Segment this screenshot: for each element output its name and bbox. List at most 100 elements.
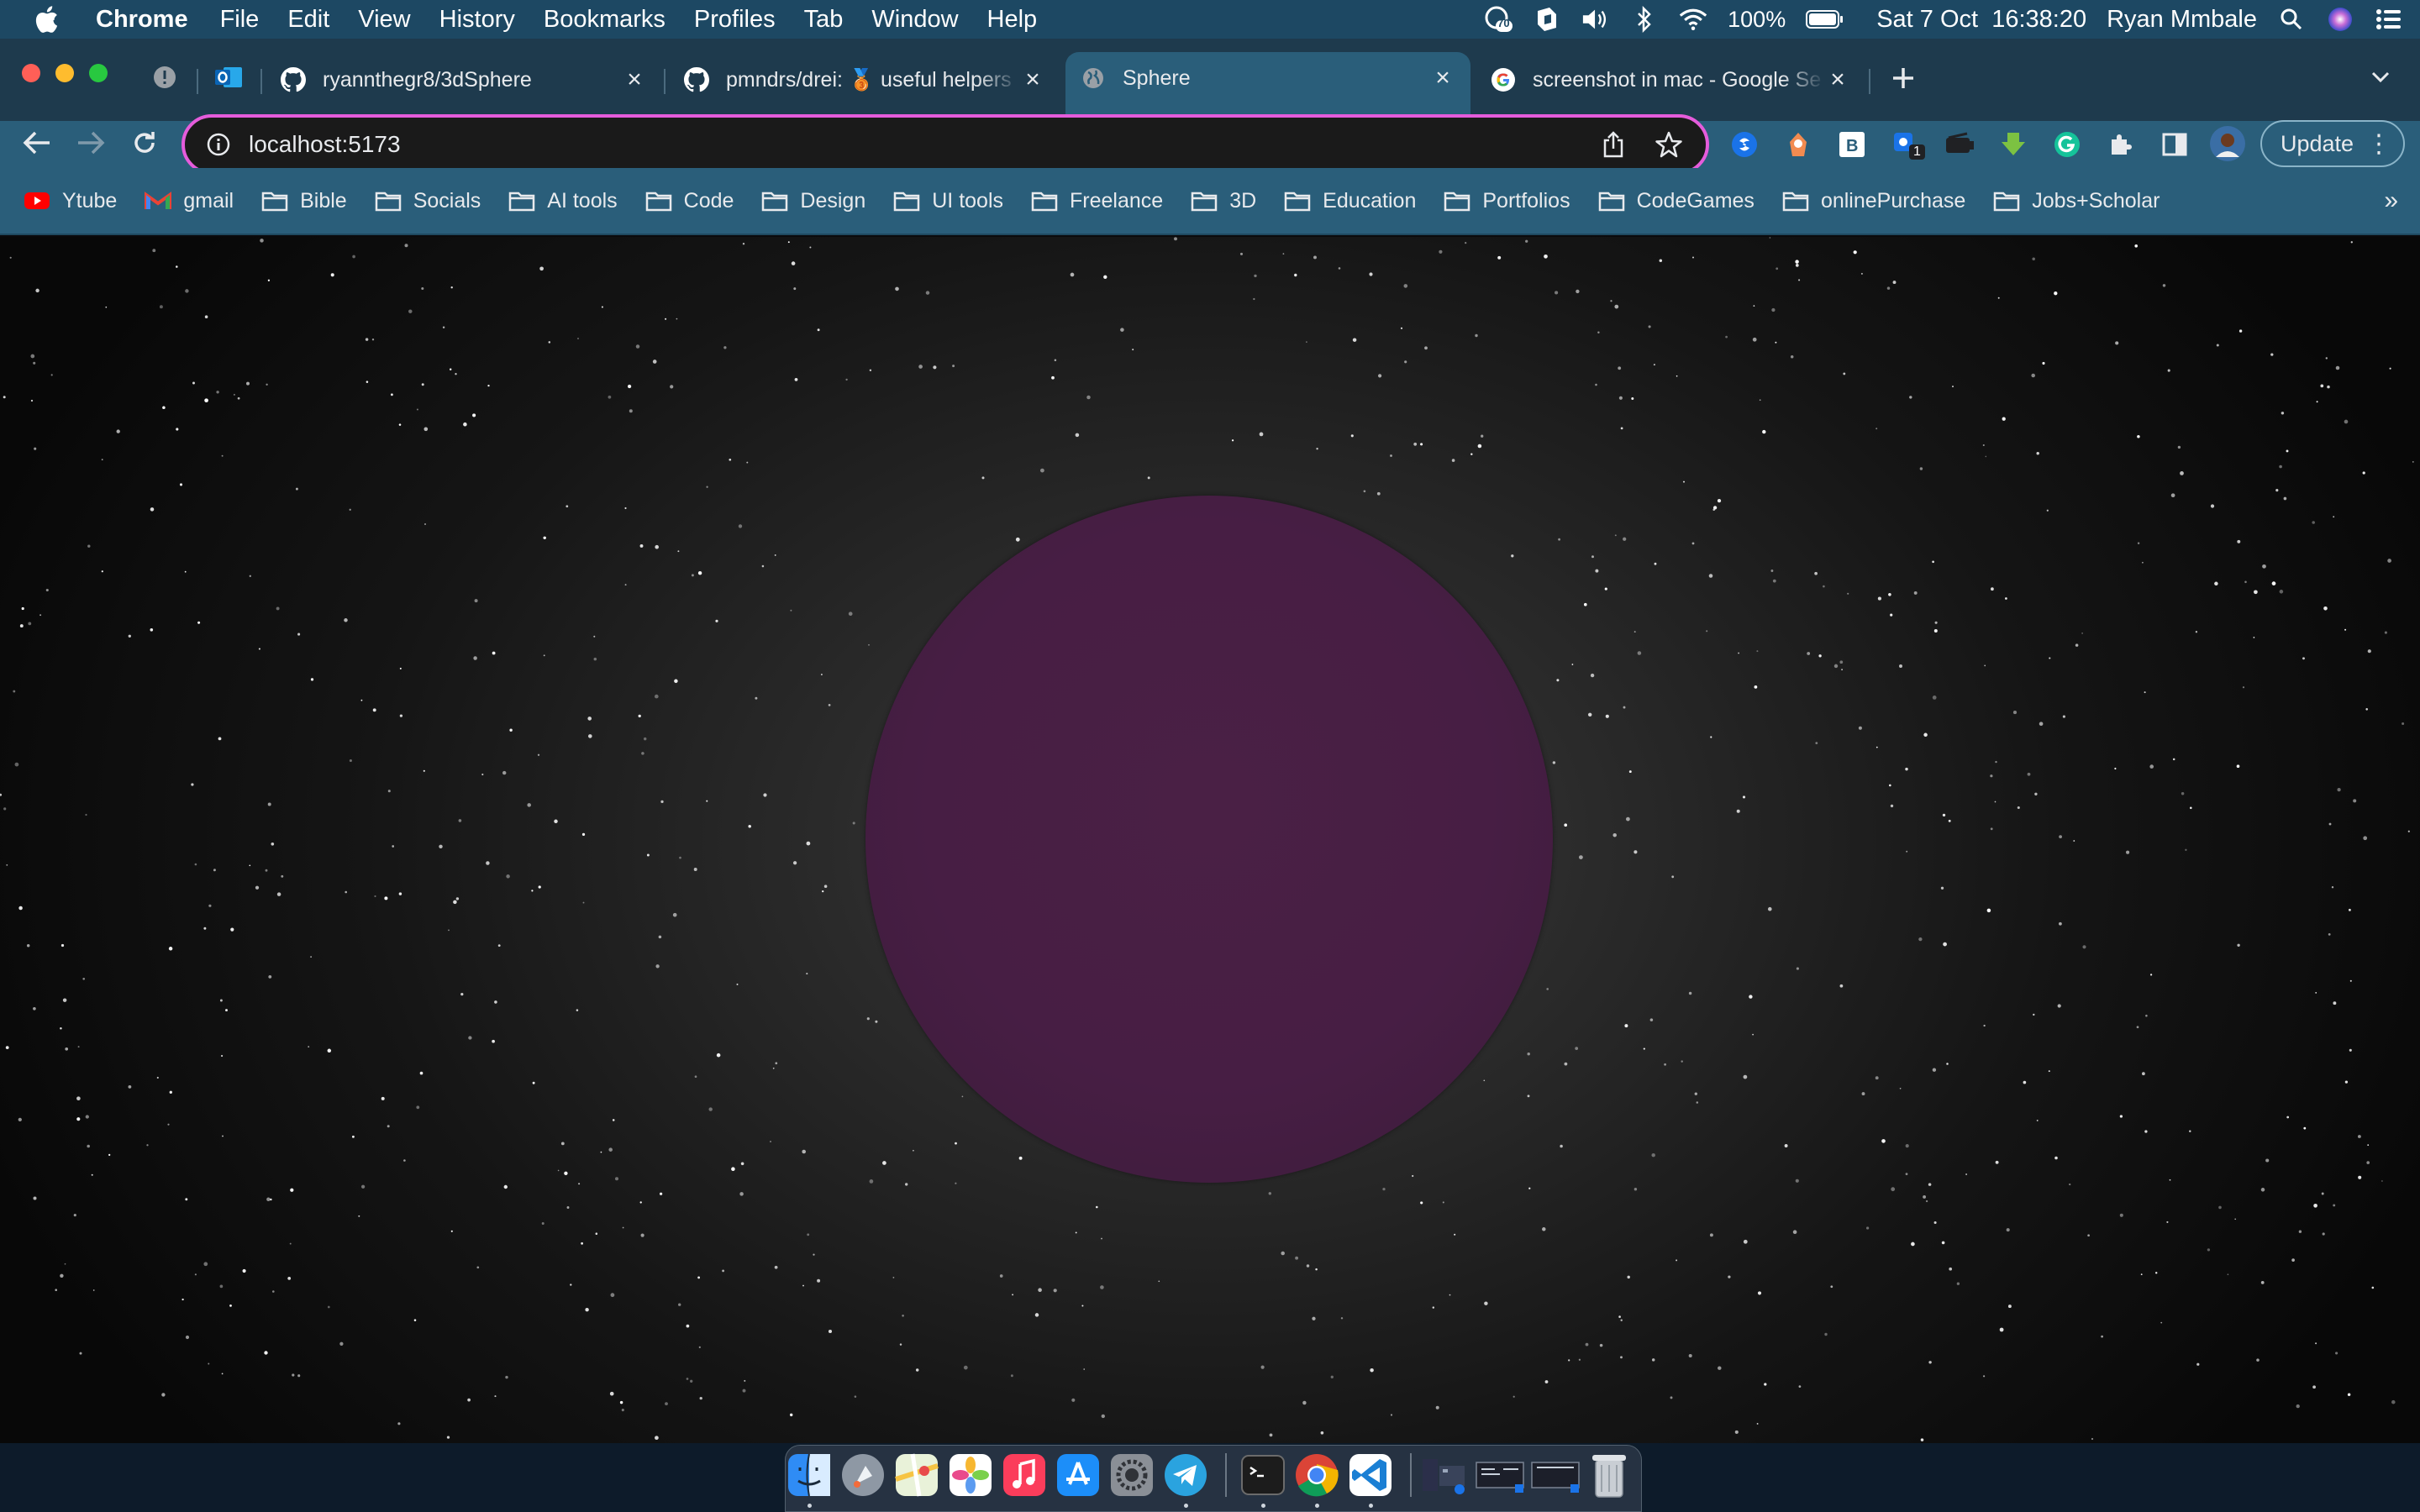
maps-icon[interactable] bbox=[894, 1452, 939, 1499]
user-name[interactable]: Ryan Mmbale bbox=[2107, 6, 2257, 34]
apple-logo-icon[interactable] bbox=[34, 4, 60, 34]
trash-icon[interactable] bbox=[1586, 1452, 1632, 1499]
menu-tab[interactable]: Tab bbox=[804, 6, 844, 34]
clock-datetime[interactable]: Sat 7 Oct 16:38:20 bbox=[1876, 6, 2086, 34]
menu-file[interactable]: File bbox=[220, 6, 260, 34]
forward-button[interactable] bbox=[74, 128, 108, 161]
extension-blue-icon[interactable] bbox=[1728, 128, 1761, 161]
menu-help[interactable]: Help bbox=[987, 6, 1038, 34]
menu-history[interactable]: History bbox=[439, 6, 515, 34]
chrome-icon[interactable] bbox=[1294, 1452, 1339, 1499]
star bbox=[538, 885, 541, 889]
pinned-tab-outlook[interactable] bbox=[205, 55, 252, 102]
tab-google-search[interactable]: screenshot in mac - Google Se × bbox=[1476, 54, 1865, 106]
bookmark-folder-socials[interactable]: Socials bbox=[375, 189, 481, 213]
notification-count-icon[interactable]: 70 bbox=[1484, 5, 1513, 34]
address-bar[interactable]: localhost:5173 bbox=[182, 114, 1709, 175]
star bbox=[0, 793, 3, 796]
wifi-icon[interactable] bbox=[1679, 5, 1707, 34]
menu-app-name[interactable]: Chrome bbox=[96, 6, 188, 34]
menu-view[interactable]: View bbox=[358, 6, 410, 34]
tab-drei-repo[interactable]: pmndrs/drei: 🥉 useful helpers × bbox=[669, 54, 1060, 106]
reload-button[interactable] bbox=[128, 128, 161, 161]
site-info-icon[interactable] bbox=[205, 131, 232, 158]
spotlight-search-icon[interactable] bbox=[2277, 5, 2306, 34]
window-maximize-button[interactable] bbox=[89, 64, 108, 82]
tab-3dsphere-repo[interactable]: ryannthegr8/3dSphere × bbox=[266, 54, 662, 106]
extension-orange-icon[interactable] bbox=[1781, 128, 1815, 161]
update-chrome-button[interactable]: Update ⋮ bbox=[2260, 120, 2405, 167]
tab-search-button[interactable] bbox=[2370, 66, 2391, 92]
new-tab-button[interactable] bbox=[1891, 60, 1916, 97]
bookmark-star-icon[interactable] bbox=[1652, 128, 1686, 161]
vscode-icon[interactable] bbox=[1348, 1452, 1393, 1499]
bookmark-folder-ai-tools[interactable]: AI tools bbox=[508, 189, 618, 213]
bookmark-folder-ui-tools[interactable]: UI tools bbox=[893, 189, 1003, 213]
window-minimize-button[interactable] bbox=[55, 64, 74, 82]
menu-profiles[interactable]: Profiles bbox=[694, 6, 776, 34]
window-thumbnail-icon[interactable] bbox=[1474, 1452, 1526, 1499]
window-thumbnail-icon[interactable] bbox=[1529, 1452, 1581, 1499]
extension-badge-icon[interactable]: 1 bbox=[1891, 128, 1925, 161]
bluetooth-icon[interactable] bbox=[1630, 5, 1659, 34]
bookmark-folder-portfolios[interactable]: Portfolios bbox=[1444, 189, 1570, 213]
window-close-button[interactable] bbox=[22, 64, 40, 82]
bookmark-folder-freelance[interactable]: Freelance bbox=[1031, 189, 1163, 213]
battery-icon[interactable] bbox=[1806, 5, 1844, 34]
tab-close-icon[interactable]: × bbox=[1020, 66, 1045, 94]
star bbox=[1340, 1317, 1344, 1320]
pinned-tab-alert[interactable] bbox=[141, 55, 188, 102]
tab-close-icon[interactable]: × bbox=[622, 66, 647, 94]
bookmark-folder-code[interactable]: Code bbox=[645, 189, 734, 213]
back-button[interactable] bbox=[20, 128, 54, 161]
sphere-mesh[interactable] bbox=[865, 496, 1553, 1183]
bookmark-folder-education[interactable]: Education bbox=[1284, 189, 1416, 213]
launchpad-icon[interactable] bbox=[840, 1452, 886, 1499]
star bbox=[60, 1027, 62, 1030]
webgl-canvas[interactable] bbox=[0, 237, 2420, 1443]
menu-bookmarks[interactable]: Bookmarks bbox=[544, 6, 666, 34]
control-center-icon[interactable] bbox=[2375, 5, 2403, 34]
bookmark-folder-3d[interactable]: 3D bbox=[1191, 189, 1256, 213]
kebab-menu-icon[interactable]: ⋮ bbox=[2366, 129, 2391, 159]
volume-icon[interactable] bbox=[1581, 5, 1610, 34]
app-store-icon[interactable] bbox=[1055, 1452, 1101, 1499]
tab-close-icon[interactable]: × bbox=[1825, 66, 1850, 94]
star bbox=[746, 461, 749, 464]
menu-window[interactable]: Window bbox=[871, 6, 958, 34]
star bbox=[327, 1305, 330, 1309]
tab-sphere-active[interactable]: Sphere × bbox=[1065, 52, 1470, 121]
telegram-icon[interactable] bbox=[1163, 1452, 1208, 1499]
star bbox=[2363, 836, 2368, 841]
system-settings-icon[interactable] bbox=[1109, 1452, 1155, 1499]
siri-icon[interactable] bbox=[2326, 5, 2354, 34]
extension-b-icon[interactable]: B bbox=[1835, 128, 1869, 161]
bookmark-folder-onlinepurchase[interactable]: onlinePurchase bbox=[1782, 189, 1965, 213]
extension-camera-icon[interactable] bbox=[1943, 128, 1976, 161]
bookmark-gmail[interactable]: gmail bbox=[145, 189, 234, 213]
window-thumbnail-icon[interactable] bbox=[1420, 1452, 1470, 1499]
photos-icon[interactable] bbox=[948, 1452, 993, 1499]
url-text[interactable]: localhost:5173 bbox=[249, 131, 1575, 158]
bookmark-folder-bible[interactable]: Bible bbox=[261, 189, 347, 213]
extensions-puzzle-icon[interactable] bbox=[2104, 128, 2138, 161]
bookmark-folder-jobs-scholar[interactable]: Jobs+Scholar bbox=[1993, 189, 2160, 213]
download-extension-icon[interactable] bbox=[1996, 128, 2030, 161]
profile-avatar[interactable] bbox=[2208, 124, 2247, 163]
finder-icon[interactable] bbox=[786, 1452, 832, 1499]
bookmark-folder-codegames[interactable]: CodeGames bbox=[1598, 189, 1754, 213]
star bbox=[2046, 509, 2049, 512]
menu-edit[interactable]: Edit bbox=[287, 6, 329, 34]
app-status-icon[interactable] bbox=[1533, 5, 1561, 34]
star bbox=[1071, 1398, 1076, 1402]
star bbox=[1918, 937, 1923, 942]
bookmark-ytube[interactable]: Ytube bbox=[24, 189, 117, 213]
tab-close-icon[interactable]: × bbox=[1430, 64, 1455, 92]
bookmarks-overflow-button[interactable]: » bbox=[2384, 186, 2398, 215]
terminal-icon[interactable] bbox=[1240, 1452, 1286, 1499]
grammarly-icon[interactable] bbox=[2050, 128, 2084, 161]
music-icon[interactable] bbox=[1002, 1452, 1047, 1499]
side-panel-icon[interactable] bbox=[2158, 128, 2191, 161]
bookmark-folder-design[interactable]: Design bbox=[761, 189, 865, 213]
share-icon[interactable] bbox=[1597, 128, 1630, 161]
